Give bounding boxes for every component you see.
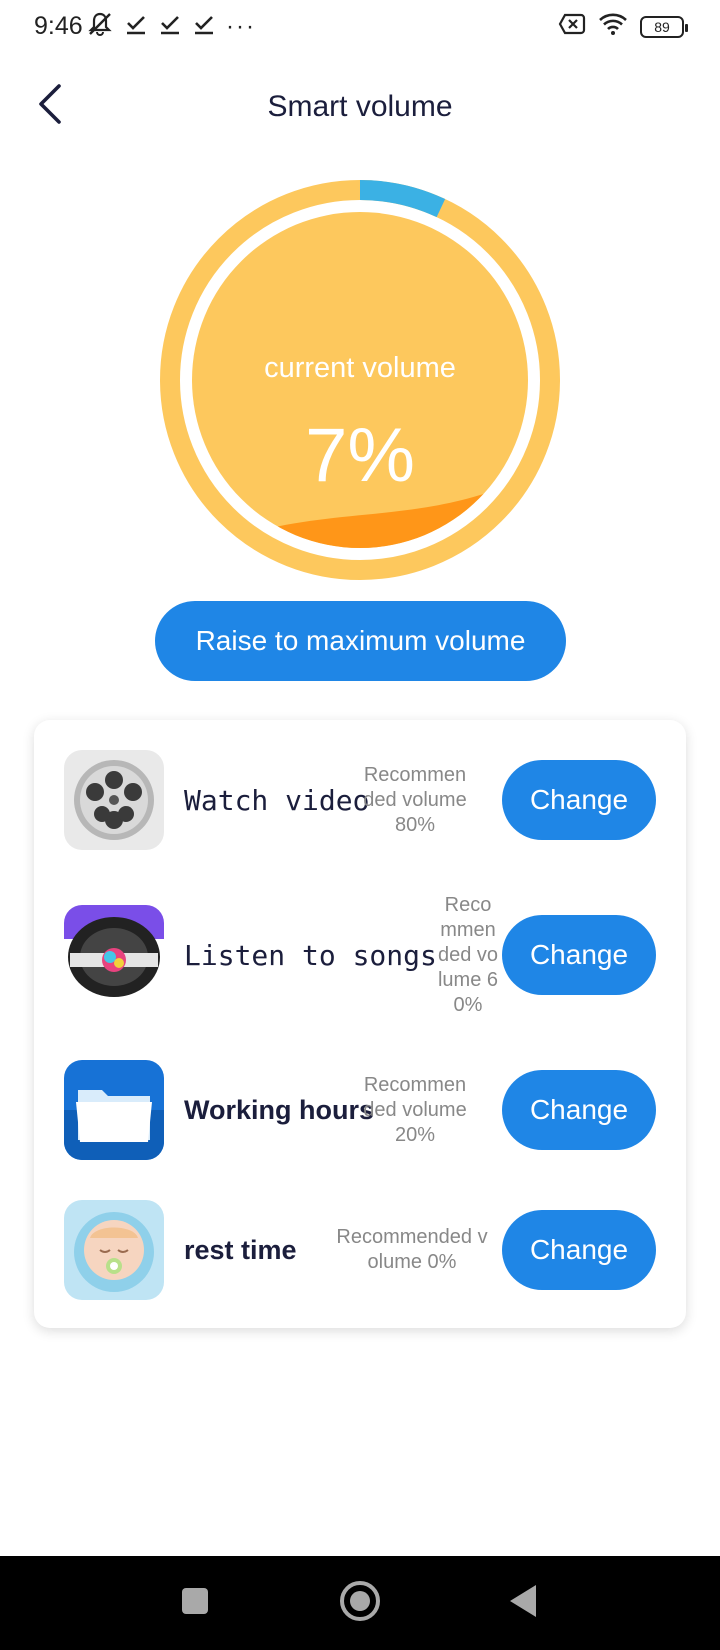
folder-icon [64,1060,164,1160]
more-notifications: ··· [226,12,256,40]
change-button[interactable]: Change [502,1070,656,1150]
scene-list-card: Watch video Recommended volume 80% Chang… [34,720,686,1328]
scene-label: Listen to songs [184,938,437,972]
recommendation-text: Recommended volume 60% [437,893,499,1016]
sim-off-icon [558,12,586,41]
gauge-progress-arc [359,180,446,218]
gauge-label: current volume [264,352,456,384]
navigation-bar [0,1556,720,1650]
sleeping-baby-icon [64,1200,164,1300]
system-icons: 89 [558,12,688,41]
check-icon [158,12,182,41]
recommendation-text: Recommended volume 20% [363,1073,467,1146]
film-reel-icon [64,750,164,850]
raise-to-max-button[interactable]: Raise to maximum volume [155,601,566,681]
recommendation-text: Recommended volume 0% [336,1226,488,1273]
mute-icon [86,10,114,43]
list-item-rest-time: rest time Recommended volume 0% Change [34,1190,686,1310]
header: Smart volume [0,70,720,142]
list-item-listen-to-songs: Listen to songs Recommended volume 60% C… [34,893,686,1016]
recent-apps-button[interactable] [170,1578,220,1628]
list-item-working-hours: Working hours Recommended volume 20% Cha… [34,1050,686,1170]
back-nav-button[interactable] [498,1578,548,1628]
change-button[interactable]: Change [502,1210,656,1290]
status-time: 9:46 [34,12,83,40]
wifi-icon [598,12,628,41]
home-icon [338,1579,382,1628]
gauge-value: 7% [305,413,415,498]
scene-label: Watch video [184,783,370,817]
status-bar: 9:46 ··· 89 [0,0,720,56]
home-button[interactable] [335,1578,385,1628]
back-icon [506,1583,540,1624]
check-icon [192,12,216,41]
volume-gauge: current volume 7% [160,180,560,580]
recommendation-text: Recommended volume 80% [363,763,467,836]
change-button[interactable]: Change [502,915,656,995]
scene-label: Working hours [184,1094,375,1125]
scene-label: rest time [184,1234,297,1265]
change-button[interactable]: Change [502,760,656,840]
recent-apps-icon [180,1586,210,1621]
page-title: Smart volume [267,90,453,123]
battery-icon: 89 [640,15,688,38]
notification-icons: ··· [86,10,256,43]
vinyl-player-icon [64,905,164,1005]
check-icon [124,12,148,41]
list-item-watch-video: Watch video Recommended volume 80% Chang… [34,740,686,860]
